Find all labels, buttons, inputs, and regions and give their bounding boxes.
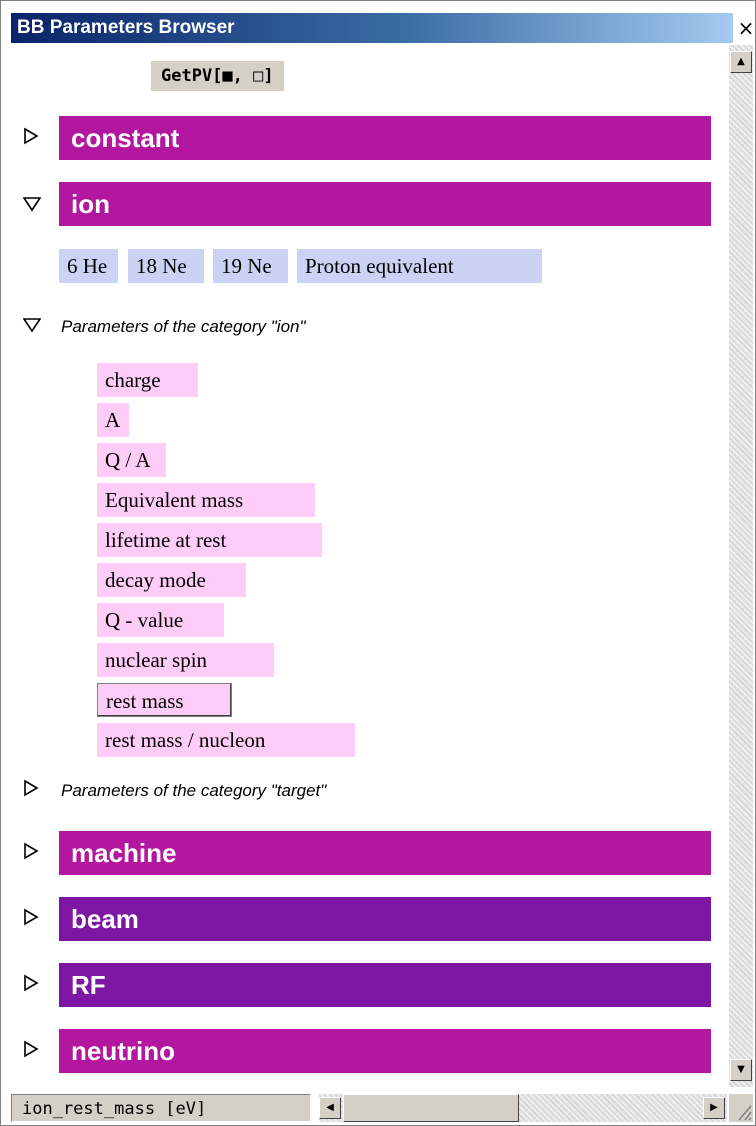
triangle-right-icon[interactable] bbox=[23, 127, 39, 145]
param-item[interactable]: rest mass / nucleon bbox=[97, 723, 355, 757]
category-rf[interactable]: RF bbox=[59, 963, 711, 1007]
vertical-scrollbar[interactable]: ▲ ▼ bbox=[729, 45, 753, 1087]
ion-option-proton-equivalent[interactable]: Proton equivalent bbox=[297, 249, 542, 283]
triangle-right-icon[interactable] bbox=[23, 1040, 39, 1058]
category-neutrino[interactable]: neutrino bbox=[59, 1029, 711, 1073]
param-item[interactable]: Q / A bbox=[97, 443, 166, 477]
category-constant[interactable]: constant bbox=[59, 116, 711, 160]
ion-option-19ne[interactable]: 19 Ne bbox=[213, 249, 288, 283]
category-ion[interactable]: ion bbox=[59, 182, 711, 226]
param-item[interactable]: nuclear spin bbox=[97, 643, 274, 677]
scroll-right-icon[interactable]: ▶ bbox=[703, 1097, 725, 1119]
scroll-left-icon[interactable]: ◀ bbox=[319, 1097, 341, 1119]
triangle-right-icon[interactable] bbox=[23, 842, 39, 860]
triangle-right-icon[interactable] bbox=[23, 974, 39, 992]
triangle-right-icon[interactable] bbox=[23, 908, 39, 926]
ion-option-6he[interactable]: 6 He bbox=[59, 249, 118, 283]
window-title: BB Parameters Browser bbox=[11, 13, 733, 43]
resize-grip-icon[interactable] bbox=[729, 1094, 753, 1122]
param-item[interactable]: decay mode bbox=[97, 563, 246, 597]
param-item[interactable]: charge bbox=[97, 363, 198, 397]
ion-option-18ne[interactable]: 18 Ne bbox=[128, 249, 204, 283]
param-item[interactable]: Q - value bbox=[97, 603, 224, 637]
triangle-down-icon[interactable] bbox=[23, 196, 41, 212]
triangle-down-icon[interactable] bbox=[23, 317, 41, 333]
param-item[interactable]: lifetime at rest bbox=[97, 523, 322, 557]
horizontal-scroll-thumb[interactable] bbox=[343, 1094, 519, 1122]
scroll-up-icon[interactable]: ▲ bbox=[730, 51, 752, 73]
horizontal-scrollbar[interactable]: ◀ ▶ bbox=[319, 1094, 727, 1122]
param-item[interactable]: Equivalent mass bbox=[97, 483, 315, 517]
param-item-selected[interactable]: rest mass bbox=[97, 683, 232, 717]
param-item[interactable]: A bbox=[97, 403, 129, 437]
category-machine[interactable]: machine bbox=[59, 831, 711, 875]
scroll-down-icon[interactable]: ▼ bbox=[730, 1059, 752, 1081]
browser-window: BB Parameters Browser × GetPV[■, □] cons… bbox=[0, 0, 756, 1126]
triangle-right-icon[interactable] bbox=[23, 779, 39, 797]
notebook-content: GetPV[■, □] constant ion 6 He 18 Ne 19 N… bbox=[11, 45, 729, 1087]
status-bar: ion_rest_mass [eV] bbox=[11, 1094, 311, 1122]
getpv-button[interactable]: GetPV[■, □] bbox=[151, 61, 284, 91]
section-title-target-params[interactable]: Parameters of the category "target" bbox=[61, 781, 326, 801]
category-beam[interactable]: beam bbox=[59, 897, 711, 941]
close-icon[interactable]: × bbox=[737, 17, 755, 39]
section-title-ion-params[interactable]: Parameters of the category "ion" bbox=[61, 317, 306, 337]
